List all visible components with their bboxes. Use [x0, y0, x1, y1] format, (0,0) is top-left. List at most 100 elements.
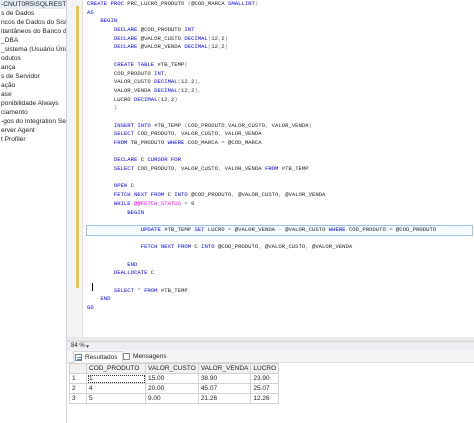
- row-number[interactable]: 3: [69, 393, 87, 404]
- tree-item[interactable]: -gos do Integration Ser: [0, 117, 66, 126]
- code-line[interactable]: GO: [87, 304, 472, 313]
- code-line[interactable]: DEALLOCATE C: [87, 269, 472, 278]
- tree-item[interactable]: s de Dados: [0, 9, 66, 18]
- table-cell[interactable]: 38.90: [197, 373, 252, 384]
- column-header[interactable]: VALOR_CUSTO: [145, 363, 199, 374]
- code-token: VALOR_VENDA: [224, 130, 262, 138]
- code-line[interactable]: VALOR_VENDA DECIMAL(12,2),: [87, 87, 472, 96]
- code-line[interactable]: [87, 52, 472, 61]
- code-token: ,: [217, 130, 225, 138]
- tab-messages[interactable]: Mensagens: [122, 351, 167, 362]
- server-node[interactable]: -CNUT0R5\SQLRESTAU: [0, 0, 66, 9]
- column-header[interactable]: COD_PRODUTO: [86, 363, 146, 374]
- code-line[interactable]: UPDATE #TB_TEMP SET LUCRO = @VALOR_VENDA…: [86, 224, 473, 236]
- tree-item[interactable]: erver Agent: [0, 126, 66, 135]
- query-editor[interactable]: CREATE PROC PRC_LUCRO_PRODUTO (@COD_MARC…: [67, 0, 474, 337]
- tree-item[interactable]: itantâneos do Banco d: [0, 27, 66, 36]
- code-line[interactable]: OPEN C: [87, 182, 472, 191]
- code-line[interactable]: DECLARE C CURSOR FOR: [87, 156, 472, 165]
- code-line[interactable]: SELECT COD_PRODUTO, VALOR_CUSTO, VALOR_V…: [87, 165, 472, 174]
- row-number[interactable]: 2: [69, 383, 87, 394]
- tree-item[interactable]: ança: [0, 63, 66, 72]
- table-cell[interactable]: 9.00: [145, 393, 199, 404]
- code-line[interactable]: [87, 321, 472, 330]
- code-line[interactable]: VALOR_CUSTO DECIMAL(12,2),: [87, 78, 472, 87]
- table-cell[interactable]: 4: [86, 383, 146, 394]
- code-token: @@FETCH_STATUS: [134, 199, 185, 207]
- table-cell[interactable]: 20.00: [145, 383, 199, 394]
- code-token: INTO: [201, 243, 218, 251]
- code-token: TB_PRODUTO: [130, 139, 168, 146]
- code-token: ): [224, 34, 229, 42]
- column-header[interactable]: LUCRO: [250, 363, 280, 374]
- code-token: WHERE: [167, 139, 188, 146]
- table-cell[interactable]: 1: [86, 373, 146, 384]
- code-line[interactable]: END: [87, 261, 472, 270]
- tree-item[interactable]: odutos: [0, 54, 66, 63]
- code-area[interactable]: CREATE PROC PRC_LUCRO_PRODUTO (@COD_MARC…: [86, 0, 473, 330]
- tree-item[interactable]: ciamento: [0, 108, 66, 117]
- tree-item[interactable]: ncos de Dados do Siste: [0, 18, 66, 27]
- code-line[interactable]: DECLARE @VALOR_VENDA DECIMAL(12,2): [87, 43, 472, 52]
- table-cell[interactable]: 15.00: [145, 373, 199, 384]
- code-token: ,: [258, 243, 265, 251]
- code-line[interactable]: CREATE PROC PRC_LUCRO_PRODUTO (@COD_MARC…: [87, 0, 472, 9]
- change-marker: [76, 6, 79, 288]
- code-line[interactable]: DECLARE @VALOR_CUSTO DECIMAL(12,2): [87, 35, 472, 44]
- tab-results[interactable]: Resultados: [73, 351, 123, 363]
- code-line[interactable]: AS: [87, 9, 472, 18]
- table-cell[interactable]: 25.07: [250, 383, 280, 394]
- tree-item[interactable]: s de Servidor: [0, 72, 66, 81]
- code-line[interactable]: [87, 217, 472, 226]
- tree-item[interactable]: ação: [0, 81, 66, 90]
- code-token: PRC_LUCRO_PRODUTO: [127, 0, 188, 7]
- code-line[interactable]: [87, 278, 472, 287]
- code-line[interactable]: SELECT COD_PRODUTO, VALOR_CUSTO, VALOR_V…: [87, 130, 472, 139]
- code-line[interactable]: SELECT * FROM #TB_TEMP: [87, 287, 472, 296]
- code-line[interactable]: [87, 174, 472, 183]
- table-cell[interactable]: 23.90: [250, 373, 280, 384]
- code-line[interactable]: DECLARE @COD_PRODUTO INT: [87, 26, 472, 35]
- code-token: DECIMAL: [154, 86, 178, 94]
- tree-item[interactable]: t Profiler: [0, 135, 66, 144]
- code-line[interactable]: COD_PRODUTO INT,: [87, 70, 472, 79]
- code-line[interactable]: [87, 148, 472, 157]
- table-cell[interactable]: 45.07: [197, 383, 252, 394]
- code-line[interactable]: [87, 252, 472, 261]
- table-cell[interactable]: 12.26: [250, 393, 280, 404]
- table-row[interactable]: 1 1 15.00 38.90 23.90: [69, 373, 280, 384]
- code-token: VALOR_VENDA: [87, 86, 155, 94]
- code-line[interactable]: [87, 313, 472, 322]
- table-row[interactable]: 3 5 9.00 21.26 12.26: [69, 393, 280, 404]
- code-line[interactable]: INSERT INTO #TB_TEMP (COD_PRODUTO,VALOR_…: [87, 122, 472, 131]
- code-line[interactable]: FETCH NEXT FROM C INTO @COD_PRODUTO, @VA…: [87, 191, 472, 200]
- code-line[interactable]: FROM TB_PRODUTO WHERE COD_MARCA = @COD_M…: [87, 139, 472, 148]
- tree-item[interactable]: ponibilidade Always: [0, 99, 66, 108]
- code-token: DEALLOCATE: [87, 269, 151, 277]
- row-number[interactable]: 1: [69, 373, 87, 384]
- code-line[interactable]: ): [87, 104, 472, 113]
- code-token: ,: [305, 243, 312, 251]
- table-cell[interactable]: 5: [86, 393, 146, 404]
- code-token: CURSOR FOR: [147, 156, 182, 164]
- code-token: ): [254, 0, 259, 7]
- code-line[interactable]: BEGIN: [87, 209, 472, 218]
- code-line[interactable]: [87, 235, 472, 244]
- code-line[interactable]: CREATE TABLE #TB_TEMP(: [87, 61, 472, 70]
- tree-item[interactable]: _sistema (Usuário Únic: [0, 45, 66, 54]
- code-token: SELECT: [87, 165, 138, 173]
- code-line[interactable]: END: [87, 295, 472, 304]
- code-line[interactable]: WHILE @@FETCH_STATUS = 0: [87, 200, 472, 209]
- tree-item[interactable]: ase: [0, 90, 66, 99]
- code-line[interactable]: FETCH NEXT FROM C INTO @COD_PRODUTO, @VA…: [87, 243, 472, 252]
- table-cell[interactable]: 21.26: [197, 393, 252, 404]
- table-row[interactable]: 2 4 20.00 45.07 25.07: [69, 383, 280, 394]
- code-line[interactable]: [87, 113, 472, 122]
- code-token: SMALLINT: [228, 0, 255, 7]
- results-grid[interactable]: COD_PRODUTO VALOR_CUSTO VALOR_VENDA LUCR…: [69, 363, 280, 404]
- tree-item[interactable]: _DBA: [0, 36, 66, 45]
- code-line[interactable]: LUCRO DECIMAL(12,2): [87, 96, 472, 105]
- code-token: ): [308, 121, 312, 129]
- column-header[interactable]: VALOR_VENDA: [197, 363, 252, 374]
- code-line[interactable]: BEGIN: [87, 17, 472, 26]
